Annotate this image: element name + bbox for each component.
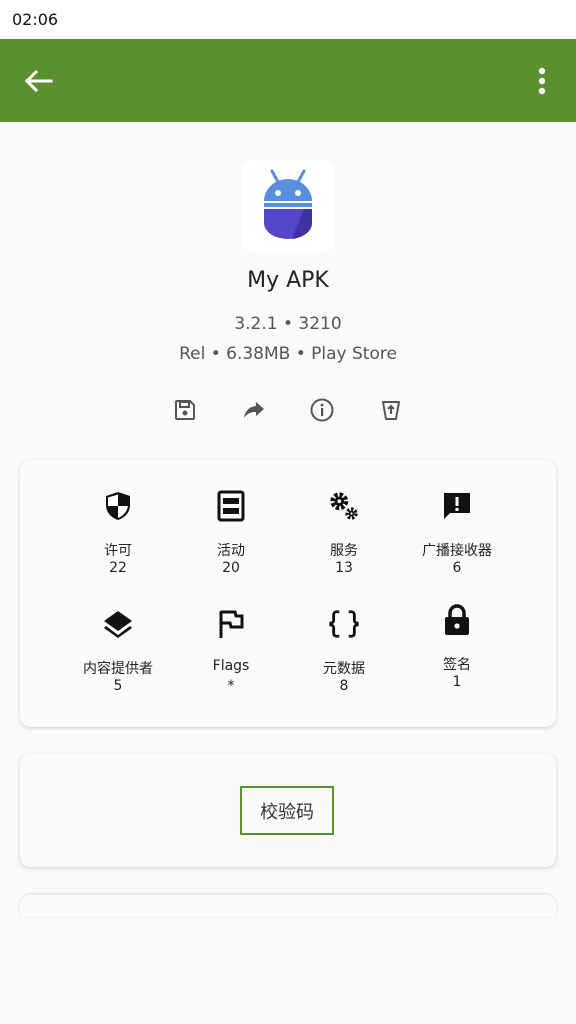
component-metadata[interactable]: 元数据 8 xyxy=(282,578,406,694)
shield-icon xyxy=(102,490,134,522)
app-icon xyxy=(242,160,334,252)
component-count: 22 xyxy=(109,560,127,576)
component-label: 元数据 xyxy=(323,661,365,677)
component-services[interactable]: 服务 13 xyxy=(282,460,406,576)
app-meta: Rel • 6.38MB • Play Store xyxy=(179,344,397,364)
more-options-button[interactable] xyxy=(524,59,560,103)
component-count: * xyxy=(227,678,235,694)
info-icon xyxy=(310,398,334,422)
component-providers[interactable]: 内容提供者 5 xyxy=(56,578,180,694)
component-receivers[interactable]: 广播接收器 6 xyxy=(395,460,519,576)
component-count: 8 xyxy=(339,678,349,694)
component-label: 服务 xyxy=(330,543,358,559)
component-count: 13 xyxy=(335,560,353,576)
component-count: 1 xyxy=(452,674,462,690)
component-label: 签名 xyxy=(443,657,471,673)
component-signatures[interactable]: 签名 1 xyxy=(395,574,519,690)
checksum-button[interactable]: 校验码 xyxy=(240,786,334,835)
gears-icon xyxy=(328,490,360,522)
component-label: Flags xyxy=(212,658,250,674)
component-label: 内容提供者 xyxy=(83,661,153,677)
status-bar: 02:06 xyxy=(0,0,576,39)
app-bar xyxy=(0,39,576,122)
next-card xyxy=(20,895,556,917)
share-icon xyxy=(244,402,264,418)
android-robot-icon xyxy=(264,169,313,239)
message-alert-icon xyxy=(441,490,473,522)
component-permissions[interactable]: 许可 22 xyxy=(56,460,180,576)
activity-window-icon xyxy=(215,490,247,522)
component-count: 20 xyxy=(222,560,240,576)
app-version: 3.2.1 • 3210 xyxy=(234,314,342,334)
flag-icon xyxy=(215,608,247,640)
layers-icon xyxy=(102,608,134,640)
component-flags[interactable]: Flags * xyxy=(169,578,293,694)
component-activities[interactable]: 活动 20 xyxy=(169,460,293,576)
checksum-card: 校验码 xyxy=(20,754,556,867)
save-icon xyxy=(175,400,195,420)
components-card: 许可 22 活动 20 服务 13 广播接收器 6 内容提供者 5 Flags … xyxy=(20,460,556,727)
uninstall-button[interactable] xyxy=(375,394,407,426)
component-count: 5 xyxy=(113,678,123,694)
component-label: 活动 xyxy=(217,543,245,559)
more-vert-icon xyxy=(538,67,546,95)
trash-icon xyxy=(382,401,400,420)
share-button[interactable] xyxy=(238,394,270,426)
code-braces-icon xyxy=(328,608,360,640)
status-time: 02:06 xyxy=(12,10,59,29)
component-label: 广播接收器 xyxy=(422,543,492,559)
arrow-left-icon xyxy=(24,69,53,93)
save-apk-button[interactable] xyxy=(169,394,201,426)
back-button[interactable] xyxy=(14,59,62,103)
lock-icon xyxy=(441,604,473,636)
component-label: 许可 xyxy=(104,543,132,559)
app-name: My APK xyxy=(247,268,329,293)
info-button[interactable] xyxy=(306,394,338,426)
